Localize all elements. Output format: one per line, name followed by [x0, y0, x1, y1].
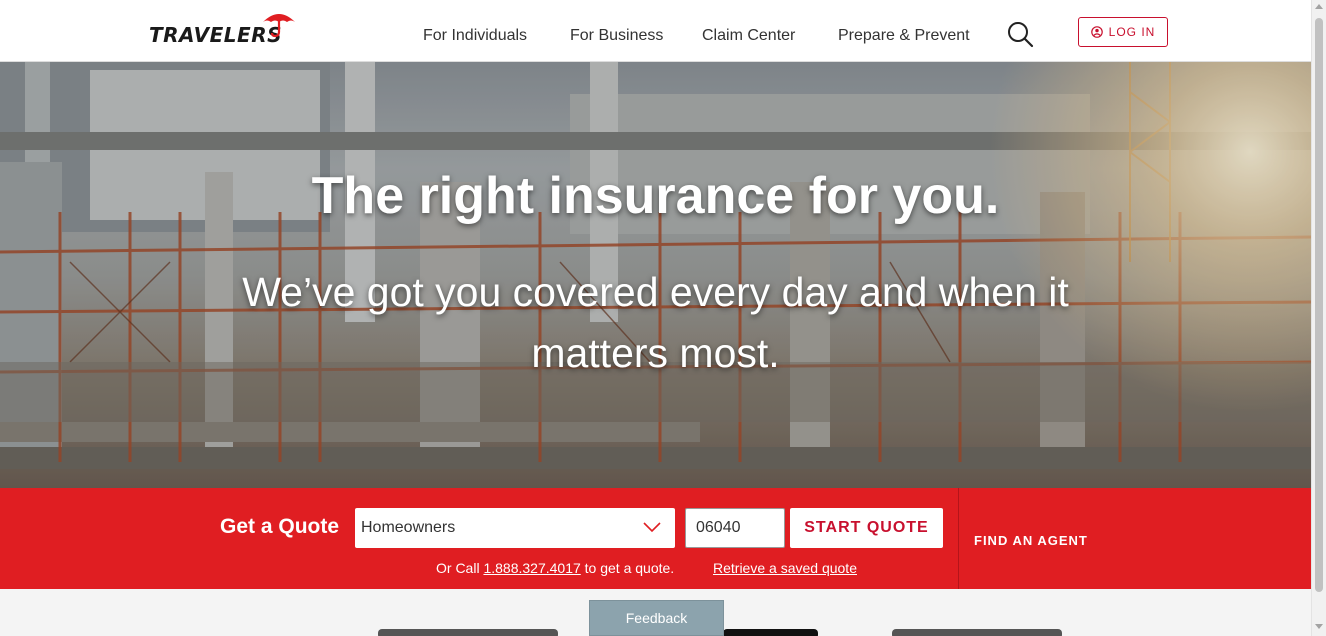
travelers-logo[interactable]: TRAVELERS	[149, 10, 295, 46]
call-note: Or Call 1.888.327.4017 to get a quote.	[436, 560, 674, 576]
site-header: TRAVELERS For Individuals For Business C…	[0, 0, 1311, 62]
quote-bar: Get a Quote Homeowners START QUOTE Or Ca…	[0, 488, 1311, 589]
scroll-down-arrow-icon[interactable]	[1315, 624, 1323, 629]
phone-link[interactable]: 1.888.327.4017	[483, 560, 580, 576]
page-scrollbar[interactable]	[1311, 0, 1326, 636]
get-a-quote-label: Get a Quote	[220, 515, 340, 538]
product-selected-value: Homeowners	[361, 519, 456, 536]
nav-for-business[interactable]: For Business	[570, 27, 663, 45]
login-button[interactable]: LOG IN	[1078, 17, 1168, 47]
retrieve-saved-quote-link[interactable]: Retrieve a saved quote	[713, 560, 857, 576]
hero-subtitle: We’ve got you covered every day and when…	[242, 269, 1069, 376]
quote-divider	[958, 488, 959, 589]
hero-title: The right insurance for you.	[311, 167, 1000, 225]
nav-prepare-prevent[interactable]: Prepare & Prevent	[838, 27, 970, 45]
find-an-agent-link[interactable]: FIND AN AGENT	[974, 533, 1088, 548]
user-circle-icon	[1090, 26, 1103, 38]
cut-off-button-fragment	[723, 629, 818, 636]
hero-banner: The right insurance for you. We’ve got y…	[0, 62, 1311, 488]
start-quote-button[interactable]: START QUOTE	[790, 508, 943, 548]
umbrella-logo-icon	[263, 14, 295, 38]
cut-off-heading-fragment	[892, 629, 1062, 636]
nav-for-individuals[interactable]: For Individuals	[423, 27, 527, 45]
zip-code-input[interactable]	[685, 508, 785, 548]
nav-claim-center[interactable]: Claim Center	[702, 27, 795, 45]
feedback-button[interactable]: Feedback	[589, 600, 724, 636]
call-suffix: to get a quote.	[584, 560, 675, 576]
login-label: LOG IN	[1108, 25, 1156, 39]
cut-off-heading-fragment	[378, 629, 558, 636]
search-icon[interactable]	[1006, 20, 1034, 48]
product-select[interactable]: Homeowners	[355, 508, 675, 548]
scroll-up-arrow-icon[interactable]	[1315, 4, 1323, 9]
scrollbar-thumb[interactable]	[1315, 18, 1323, 592]
chevron-down-icon	[643, 522, 661, 533]
call-prefix: Or Call	[436, 560, 480, 576]
